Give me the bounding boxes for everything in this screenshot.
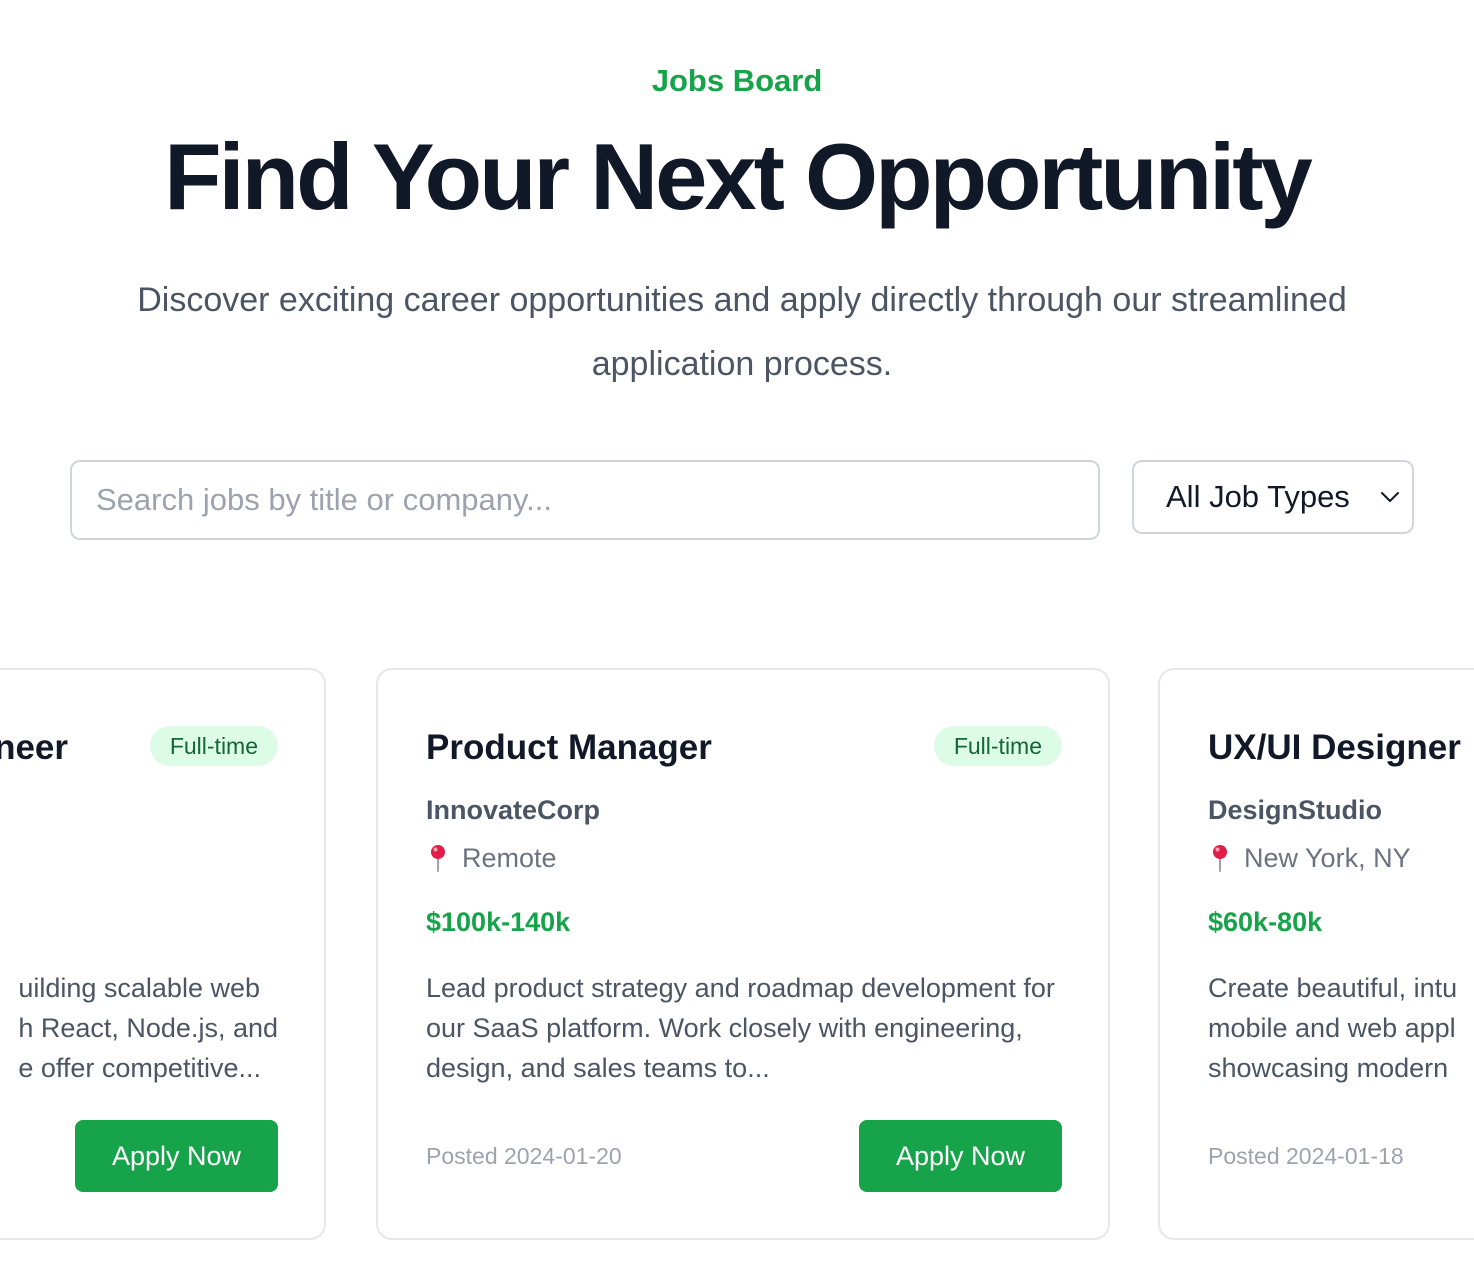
job-card: UX/UI Designer DesignStudio New York, NY… bbox=[1158, 668, 1474, 1240]
job-type-select[interactable]: All Job Types bbox=[1132, 460, 1414, 534]
job-description-line: uilding scalable web bbox=[18, 973, 260, 1003]
job-description: uilding scalable web h React, Node.js, a… bbox=[18, 968, 278, 1088]
search-input[interactable] bbox=[70, 460, 1100, 540]
job-title: neer bbox=[0, 728, 68, 767]
chevron-down-icon bbox=[1372, 479, 1408, 515]
job-location: New York, NY bbox=[1208, 840, 1411, 876]
job-type-select-value: All Job Types bbox=[1166, 479, 1350, 514]
job-description: Create beautiful, intu mobile and web ap… bbox=[1208, 968, 1474, 1088]
company-name: InnovateCorp bbox=[426, 795, 601, 825]
posted-date: Posted 2024-01-20 bbox=[426, 1143, 622, 1169]
job-description-line: mobile and web appl bbox=[1208, 1013, 1456, 1043]
job-salary: $100k-140k bbox=[426, 907, 571, 937]
posted-date: Posted 2024-01-18 bbox=[1208, 1143, 1404, 1169]
job-type-badge: Full-time bbox=[149, 726, 278, 766]
location-pin-icon bbox=[1208, 843, 1232, 873]
page-title: Find Your Next Opportunity bbox=[164, 124, 1313, 229]
job-type-badge: Full-time bbox=[933, 726, 1062, 766]
page-subtitle: Discover exciting career opportunities a… bbox=[137, 281, 1347, 383]
job-card: Product Manager Full-time InnovateCorp R… bbox=[376, 668, 1110, 1240]
job-description-line: showcasing modern bbox=[1208, 1053, 1449, 1083]
location-pin-icon bbox=[426, 843, 450, 873]
job-salary: $60k-80k bbox=[1208, 907, 1323, 937]
job-location: Remote bbox=[426, 840, 557, 876]
job-description-line: e offer competitive... bbox=[18, 1053, 261, 1083]
job-card: neer Full-time uilding scalable web h Re… bbox=[0, 668, 326, 1240]
job-description-line: Create beautiful, intu bbox=[1208, 973, 1458, 1003]
jobs-board-page: Jobs Board Find Your Next Opportunity Di… bbox=[0, 0, 1474, 1280]
job-location-text: New York, NY bbox=[1244, 843, 1411, 873]
job-description: Lead product strategy and roadmap develo… bbox=[426, 973, 1055, 1083]
job-title: Product Manager bbox=[426, 728, 712, 767]
job-description-line: h React, Node.js, and bbox=[18, 1013, 278, 1043]
job-title: UX/UI Designer bbox=[1208, 728, 1461, 767]
apply-now-button[interactable]: Apply Now bbox=[859, 1120, 1062, 1192]
section-eyebrow: Jobs Board bbox=[651, 63, 823, 98]
apply-now-button[interactable]: Apply Now bbox=[75, 1120, 278, 1192]
job-location-text: Remote bbox=[462, 843, 557, 873]
company-name: DesignStudio bbox=[1208, 795, 1382, 825]
